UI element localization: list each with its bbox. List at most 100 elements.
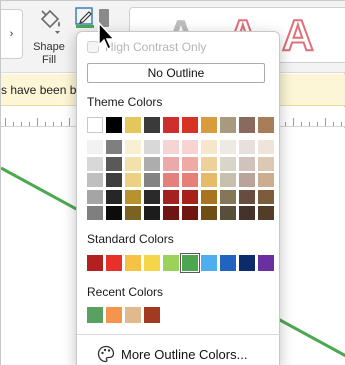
theme-shade-swatch[interactable] bbox=[144, 189, 160, 204]
more-outline-colors-label: More Outline Colors... bbox=[121, 346, 248, 362]
theme-color-swatch[interactable] bbox=[163, 117, 179, 133]
theme-shade-swatch[interactable] bbox=[239, 189, 255, 204]
standard-color-swatch[interactable] bbox=[106, 255, 122, 271]
theme-colors-label: Theme Colors bbox=[87, 95, 163, 109]
theme-shade-swatch[interactable] bbox=[220, 173, 236, 187]
pen-outline-icon bbox=[75, 7, 94, 28]
theme-shade-swatch[interactable] bbox=[87, 206, 103, 220]
theme-shade-swatch[interactable] bbox=[182, 189, 198, 204]
theme-shade-swatch[interactable] bbox=[163, 173, 179, 187]
theme-shade-swatch[interactable] bbox=[201, 156, 217, 171]
menu-divider bbox=[77, 334, 281, 335]
theme-shade-swatch[interactable] bbox=[258, 156, 274, 171]
outline-color-menu: High Contrast Only No Outline Theme Colo… bbox=[76, 31, 281, 365]
theme-shade-swatch[interactable] bbox=[144, 140, 160, 154]
theme-shade-swatch[interactable] bbox=[182, 156, 198, 171]
theme-shade-swatch[interactable] bbox=[201, 173, 217, 187]
theme-shade-swatch[interactable] bbox=[125, 140, 141, 154]
theme-color-swatch[interactable] bbox=[106, 117, 122, 133]
theme-shade-swatch[interactable] bbox=[239, 140, 255, 154]
recent-colors-label: Recent Colors bbox=[87, 285, 164, 299]
standard-color-swatch[interactable] bbox=[239, 255, 255, 271]
standard-colors-label: Standard Colors bbox=[87, 232, 174, 246]
text-style-red-outline-2[interactable]: A bbox=[281, 10, 315, 62]
theme-shade-swatch[interactable] bbox=[87, 156, 103, 171]
theme-shade-swatch[interactable] bbox=[144, 206, 160, 220]
theme-shade-swatch[interactable] bbox=[182, 173, 198, 187]
theme-shade-swatch[interactable] bbox=[201, 206, 217, 220]
theme-color-swatch[interactable] bbox=[201, 117, 217, 133]
recent-color-swatch[interactable] bbox=[87, 307, 103, 323]
theme-shade-swatch[interactable] bbox=[106, 206, 122, 220]
theme-shade-swatch[interactable] bbox=[201, 189, 217, 204]
theme-shade-swatch[interactable] bbox=[106, 173, 122, 187]
recent-color-swatch[interactable] bbox=[125, 307, 141, 323]
theme-shade-swatch[interactable] bbox=[239, 206, 255, 220]
theme-color-swatch[interactable] bbox=[144, 117, 160, 133]
theme-shade-swatch[interactable] bbox=[201, 140, 217, 154]
theme-color-swatch[interactable] bbox=[239, 117, 255, 133]
theme-shade-swatch[interactable] bbox=[125, 173, 141, 187]
recent-color-swatch[interactable] bbox=[144, 307, 160, 323]
theme-shade-swatch[interactable] bbox=[106, 140, 122, 154]
theme-shade-swatch[interactable] bbox=[182, 140, 198, 154]
shape-fill-button[interactable]: Shape Fill bbox=[29, 5, 69, 69]
theme-shade-swatch[interactable] bbox=[163, 156, 179, 171]
ribbon-scroll-button[interactable]: › bbox=[1, 9, 23, 59]
standard-color-swatch[interactable] bbox=[258, 255, 274, 271]
no-outline-button[interactable]: No Outline bbox=[87, 63, 265, 83]
theme-shade-swatch[interactable] bbox=[125, 189, 141, 204]
theme-shade-swatch[interactable] bbox=[182, 206, 198, 220]
info-bar-message: s have been b bbox=[1, 83, 77, 97]
ruler-tick bbox=[309, 122, 310, 126]
theme-shade-swatch[interactable] bbox=[87, 173, 103, 187]
paint-bucket-icon bbox=[40, 9, 60, 34]
theme-shade-swatch[interactable] bbox=[106, 156, 122, 171]
recent-color-swatch[interactable] bbox=[106, 307, 122, 323]
theme-shade-swatch[interactable] bbox=[163, 206, 179, 220]
theme-shade-swatch[interactable] bbox=[87, 140, 103, 154]
ruler-tick bbox=[325, 118, 326, 126]
theme-color-swatch[interactable] bbox=[87, 117, 103, 133]
standard-color-swatch[interactable] bbox=[125, 255, 141, 271]
theme-shade-swatch[interactable] bbox=[87, 189, 103, 204]
shape-fill-label: Shape Fill bbox=[33, 41, 65, 66]
more-outline-colors-button[interactable]: More Outline Colors... bbox=[97, 345, 247, 363]
theme-shade-swatch[interactable] bbox=[220, 140, 236, 154]
theme-color-swatch[interactable] bbox=[125, 117, 141, 133]
theme-color-swatch[interactable] bbox=[258, 117, 274, 133]
theme-shade-swatch[interactable] bbox=[258, 189, 274, 204]
theme-shade-swatch[interactable] bbox=[220, 156, 236, 171]
theme-shade-swatch[interactable] bbox=[125, 206, 141, 220]
ruler-tick bbox=[13, 122, 14, 126]
ruler-tick bbox=[5, 118, 6, 126]
standard-color-swatch[interactable] bbox=[201, 255, 217, 271]
theme-color-swatch[interactable] bbox=[182, 117, 198, 133]
ruler-tick bbox=[61, 122, 62, 126]
ruler-tick bbox=[29, 122, 30, 126]
standard-color-swatch[interactable] bbox=[144, 255, 160, 271]
theme-shade-swatch[interactable] bbox=[239, 156, 255, 171]
theme-shade-swatch[interactable] bbox=[258, 173, 274, 187]
theme-color-swatch[interactable] bbox=[220, 117, 236, 133]
theme-shade-swatch[interactable] bbox=[106, 189, 122, 204]
theme-shade-swatch[interactable] bbox=[163, 140, 179, 154]
ruler-tick bbox=[69, 118, 70, 126]
ruler-tick bbox=[45, 122, 46, 126]
theme-shade-swatch[interactable] bbox=[144, 173, 160, 187]
standard-color-swatch[interactable] bbox=[220, 255, 236, 271]
palette-icon bbox=[97, 345, 115, 363]
ruler-tick bbox=[37, 118, 38, 126]
theme-shade-swatch[interactable] bbox=[258, 206, 274, 220]
theme-shade-swatch[interactable] bbox=[220, 189, 236, 204]
theme-shade-swatch[interactable] bbox=[220, 206, 236, 220]
theme-shade-swatch[interactable] bbox=[258, 140, 274, 154]
ruler-tick bbox=[317, 122, 318, 126]
standard-color-swatch[interactable] bbox=[87, 255, 103, 271]
theme-shade-swatch[interactable] bbox=[144, 156, 160, 171]
standard-color-swatch[interactable] bbox=[163, 255, 179, 271]
theme-shade-swatch[interactable] bbox=[239, 173, 255, 187]
standard-color-swatch[interactable] bbox=[181, 254, 199, 272]
theme-shade-swatch[interactable] bbox=[125, 156, 141, 171]
theme-shade-swatch[interactable] bbox=[163, 189, 179, 204]
